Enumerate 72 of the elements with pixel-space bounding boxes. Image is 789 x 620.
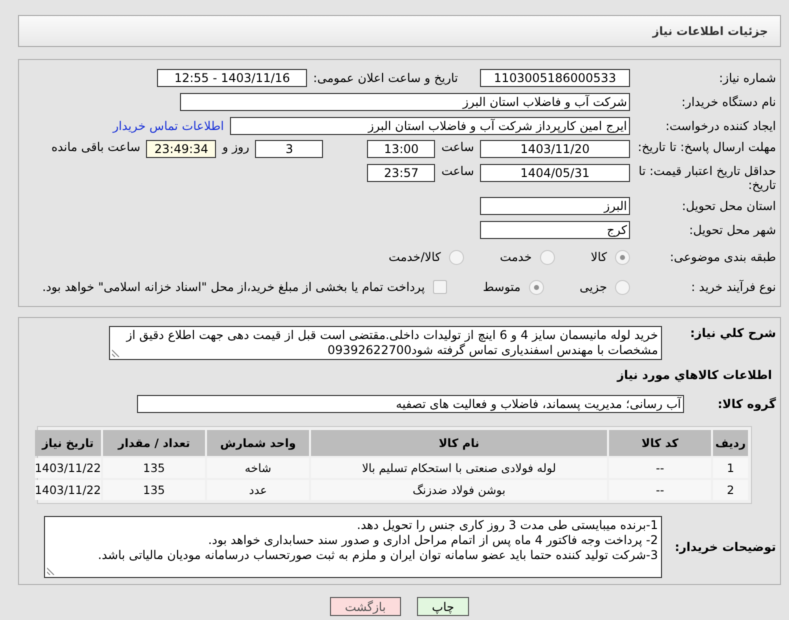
- table-cell: بوشن فولاد ضدزنگ: [311, 480, 607, 500]
- field-label: ساعت: [441, 140, 474, 154]
- field-label: شهر محل تحویل:: [688, 223, 776, 237]
- field-label: توضیحات خریدار:: [674, 540, 776, 554]
- radio-label: جزیی: [580, 280, 607, 294]
- buyer-notes-box[interactable]: [44, 516, 662, 578]
- page-header: جزئیات اطلاعات نیاز: [18, 15, 781, 47]
- field-label: شماره نیاز:: [718, 71, 776, 85]
- field-label: گروه کالا:: [716, 397, 776, 411]
- input-field[interactable]: 1103005186000533: [480, 69, 630, 87]
- countdown-field[interactable]: 23:49:34: [146, 140, 216, 158]
- column-header: نام کالا: [311, 430, 607, 456]
- radio-label: متوسط: [482, 280, 521, 294]
- field-label: طبقه بندی موضوعی:: [668, 250, 776, 264]
- table-cell: عدد: [207, 480, 309, 500]
- field-label: روز و: [222, 140, 250, 154]
- note-line: 1-برنده میبایستی طی مدت 3 روز کاری جنس را تحویل دهد.: [356, 518, 658, 533]
- back-button[interactable]: بازگشت: [330, 597, 401, 616]
- radio-button[interactable]: [528, 280, 544, 294]
- table-cell: --: [609, 458, 711, 478]
- table-cell: 1403/11/22: [34, 458, 101, 478]
- input-field[interactable]: البرز: [480, 197, 630, 215]
- input-field[interactable]: شرکت آب و فاضلاب استان البرز: [180, 93, 630, 111]
- note-line: 3-شرکت تولید کننده حتما باید عضو سامانه توان ایران و ملزم به ثبت صورتحساب درسامانه مودیان مالیاتی باشد.: [96, 548, 658, 563]
- resize-grip-icon: [112, 349, 120, 357]
- table-cell: --: [609, 480, 711, 500]
- field-label: ساعت: [441, 164, 474, 178]
- table-cell: لوله فولادی صنعتی با استحکام تسلیم بالا: [311, 458, 607, 478]
- description-box[interactable]: خرید لوله مانیسمان سایز 4 و 6 اینچ از تولیدات داخلی.مقتضی است قبل از قیمت دهی جهت اطلاع دقیق از مشخصات با مهندس اسفندیاری تماس گرفته شود09392622700: [109, 326, 662, 360]
- field-label: ساعت باقی مانده: [51, 140, 140, 154]
- radio-label: خدمت: [500, 250, 532, 264]
- table-cell: 1403/11/22: [34, 480, 101, 500]
- input-field[interactable]: 1403/11/20: [480, 140, 630, 158]
- radio-button[interactable]: [615, 250, 630, 264]
- table-cell: 135: [103, 458, 205, 478]
- print-button[interactable]: چاپ: [416, 597, 470, 616]
- table-cell: 1: [713, 458, 748, 478]
- radio-label: کالا/خدمت: [388, 250, 441, 264]
- input-field[interactable]: 1403/11/16 - 12:55: [157, 69, 308, 87]
- field-label: نوع فرآیند خرید :: [690, 280, 776, 294]
- field-label: مهلت ارسال پاسخ: تا تاریخ:: [636, 140, 776, 154]
- input-field[interactable]: کرج: [480, 221, 630, 239]
- checkbox[interactable]: [432, 280, 447, 294]
- column-header: کد کالا: [609, 430, 711, 456]
- table-cell: شاخه: [207, 458, 309, 478]
- column-header: واحد شمارش: [207, 430, 309, 456]
- input-field[interactable]: ایرج امین کارپرداز شرکت آب و فاضلاب استان البرز: [230, 117, 630, 135]
- radio-button[interactable]: [615, 280, 630, 294]
- input-field[interactable]: 1404/05/31: [480, 164, 630, 182]
- contact-link[interactable]: اطلاعات تماس خریدار: [112, 119, 224, 133]
- input-field[interactable]: 13:00: [367, 140, 436, 158]
- resize-grip-icon: [47, 567, 55, 575]
- input-field[interactable]: 23:57: [367, 164, 436, 182]
- radio-label: کالا: [590, 250, 607, 264]
- section-title: اطلاعات كالاهاي مورد نياز: [616, 368, 772, 382]
- note-line: 2- پرداخت وجه فاکتور 4 ماه پس از اتمام مراحل اداری و صدور سند حسابداری خواهد بود.: [207, 533, 658, 548]
- field-label: حداقل تاریخ اعتبار قیمت: تا تاریخ:: [638, 164, 776, 192]
- table-cell: 2: [713, 480, 748, 500]
- column-header: ردیف: [713, 430, 748, 456]
- radio-button[interactable]: [540, 250, 555, 264]
- checkbox-label: پرداخت تمام یا بخشی از مبلغ خرید،از محل "اسناد خزانه اسلامی" خواهد بود.: [42, 280, 425, 294]
- field-label: ایجاد کننده درخواست:: [664, 119, 776, 133]
- field-label: نام دستگاه خریدار:: [680, 95, 776, 109]
- input-field[interactable]: آب رسانی؛ مدیریت پسماند، فاضلاب و فعالیت های تصفیه: [137, 395, 684, 413]
- table-cell: 135: [103, 480, 205, 500]
- field-label: استان محل تحویل:: [680, 199, 776, 213]
- field-label: شرح كلي نياز:: [689, 326, 776, 340]
- input-field[interactable]: 3: [255, 140, 324, 158]
- field-label: تاریخ و ساعت اعلان عمومی:: [313, 71, 458, 85]
- column-header: تعداد / مقدار: [103, 430, 205, 456]
- radio-button[interactable]: [448, 250, 464, 264]
- column-header: تاریخ نیاز: [34, 430, 101, 456]
